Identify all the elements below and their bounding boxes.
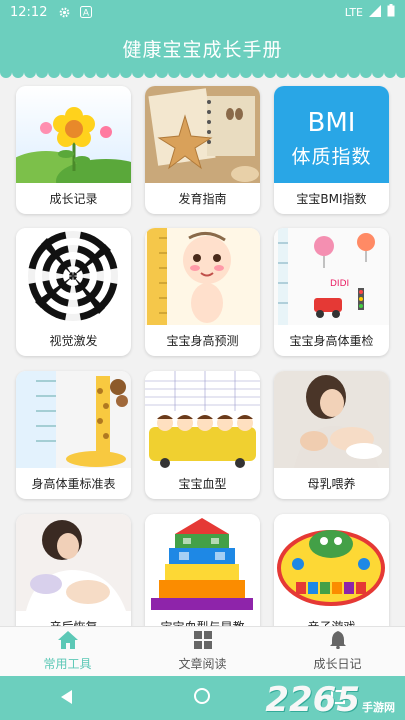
card-height-weight-table[interactable]: 身高体重标准表 — [16, 371, 131, 499]
network-label: LTE — [344, 5, 363, 19]
status-right: LTE — [345, 4, 395, 20]
height-weight-check-image: DIDI — [274, 228, 389, 325]
height-weight-table-image — [16, 371, 131, 468]
bmi-subtitle-text: 体质指数 — [291, 146, 372, 168]
bmi-title-text: BMI — [307, 108, 356, 138]
status-time: 12:12 — [10, 4, 48, 20]
status-bar: 12:12 A LTE — [0, 0, 405, 24]
card-label: 母乳喂养 — [307, 477, 356, 491]
card-label: 宝宝血型 — [178, 477, 227, 491]
svg-text:A: A — [83, 9, 90, 19]
back-icon[interactable] — [60, 689, 74, 708]
watermark-sub: 手游网 — [362, 701, 395, 714]
breastfeeding-image — [274, 371, 389, 468]
card-label: 身高体重标准表 — [31, 477, 116, 491]
home-icon — [57, 631, 78, 652]
card-blood-early-education[interactable]: 宝宝血型与早教 — [145, 514, 260, 626]
tool-grid: 成长记录 发育指南 BMI 体质指数 宝宝BMI指数 视觉激发 宝宝身高预测 D… — [0, 84, 405, 626]
card-blood-type[interactable]: 宝宝血型 — [145, 371, 260, 499]
card-visual-stimulation[interactable]: 视觉激发 — [16, 228, 131, 356]
card-breastfeeding[interactable]: 母乳喂养 — [274, 371, 389, 499]
card-label: 产后恢复 — [16, 611, 131, 626]
card-development-guide[interactable]: 发育指南 — [145, 86, 260, 214]
bell-icon — [329, 631, 346, 652]
card-label: 宝宝BMI指数 — [296, 192, 367, 206]
bmi-image: BMI 体质指数 — [274, 86, 389, 183]
nav-label-diary: 成长日记 — [313, 657, 362, 671]
app-title: 健康宝宝成长手册 — [122, 38, 283, 61]
card-label: 宝宝身高体重检 — [289, 334, 374, 348]
card-label: 视觉激发 — [49, 334, 98, 348]
early-education-image — [145, 514, 260, 611]
bottom-navigation: 常用工具 文章阅读 成长日记 — [0, 626, 405, 676]
card-label: 宝宝血型与早教 — [145, 611, 260, 626]
nav-label-articles: 文章阅读 — [178, 657, 227, 671]
card-growth-record[interactable]: 成长记录 — [16, 86, 131, 214]
scalloped-border — [0, 72, 405, 82]
nav-tab-diary[interactable]: 成长日记 — [270, 627, 405, 676]
card-label: 宝宝身高预测 — [166, 334, 239, 348]
card-height-weight-check[interactable]: DIDI 宝宝身高体重检 — [274, 228, 389, 356]
nav-label-tools: 常用工具 — [43, 657, 92, 671]
card-label: 发育指南 — [178, 192, 227, 206]
signal-icon — [369, 4, 381, 20]
height-prediction-image — [145, 228, 260, 325]
card-height-prediction[interactable]: 宝宝身高预测 — [145, 228, 260, 356]
card-bmi-index[interactable]: BMI 体质指数 宝宝BMI指数 — [274, 86, 389, 214]
gear-icon — [57, 5, 71, 19]
app-bar: 健康宝宝成长手册 — [0, 24, 405, 72]
watermark-brand: 2265 — [265, 680, 360, 720]
notification-icon: A — [79, 5, 93, 19]
card-label: 成长记录 — [49, 192, 98, 206]
card-label: 亲子游戏 — [274, 611, 389, 626]
visual-stimulation-image — [16, 228, 131, 325]
grid-icon — [193, 631, 212, 652]
svg-text:DIDI: DIDI — [330, 279, 349, 289]
growth-record-image — [16, 86, 131, 183]
card-parent-child-games[interactable]: 亲子游戏 — [274, 514, 389, 626]
nav-tab-articles[interactable]: 文章阅读 — [135, 627, 270, 676]
home-circle-icon[interactable] — [194, 688, 211, 708]
postpartum-recovery-image — [16, 514, 131, 611]
watermark-logo: 2265 手游网 — [265, 680, 395, 720]
card-postpartum-recovery[interactable]: 产后恢复 — [16, 514, 131, 626]
development-guide-image — [145, 86, 260, 183]
nav-tab-tools[interactable]: 常用工具 — [0, 627, 135, 676]
blood-type-image — [145, 371, 260, 468]
battery-icon — [387, 4, 395, 20]
parent-child-games-image — [274, 514, 389, 611]
